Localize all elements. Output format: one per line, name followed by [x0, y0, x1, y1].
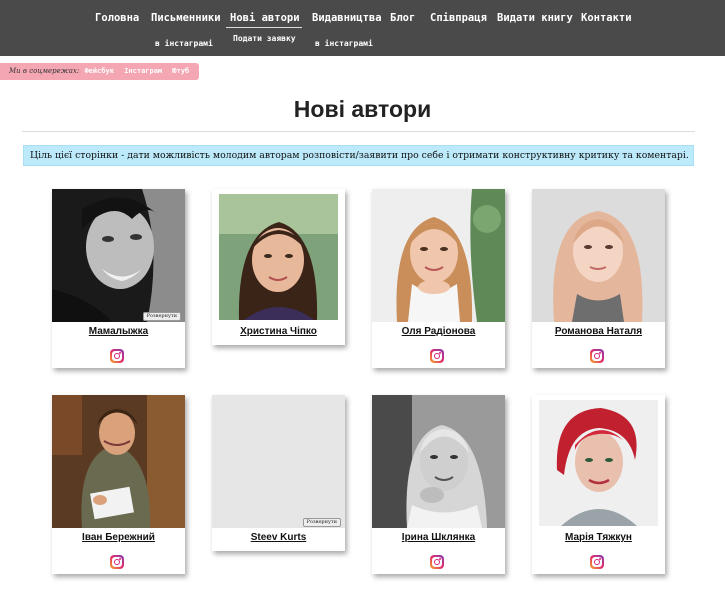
author-card: Іван Бережний	[52, 395, 185, 574]
active-nav-underline	[226, 27, 302, 28]
author-photo[interactable]	[372, 189, 505, 322]
nav-sub-submit-application[interactable]: Подати заявку	[233, 34, 296, 43]
nav-blog[interactable]: Блог	[390, 12, 415, 24]
nav-writers[interactable]: Письменники	[151, 12, 221, 24]
instagram-icon[interactable]	[590, 555, 604, 569]
social-link-facebook[interactable]: Фейсбук	[84, 67, 114, 75]
title-divider	[22, 131, 695, 132]
social-link-youtube[interactable]: Ютуб	[172, 67, 189, 75]
nav-new-authors[interactable]: Нові автори	[230, 12, 300, 24]
author-card: Романова Наталя	[532, 189, 665, 368]
social-links-bar: Ми в соцмережах: Фейсбук Інстаграм Ютуб	[0, 63, 199, 80]
author-photo[interactable]	[539, 400, 658, 526]
author-card: Марія Тяжкун	[532, 395, 665, 574]
author-name[interactable]: Ірина Шклянка	[372, 532, 505, 543]
author-photo[interactable]	[372, 395, 505, 528]
instagram-icon[interactable]	[430, 555, 444, 569]
instagram-icon[interactable]	[430, 349, 444, 363]
nav-contacts[interactable]: Контакти	[581, 12, 632, 24]
nav-publish-book[interactable]: Видати книгу	[497, 12, 573, 24]
instagram-icon[interactable]	[110, 555, 124, 569]
social-label: Ми в соцмережах:	[9, 67, 80, 75]
author-name[interactable]: Оля Радіонова	[372, 326, 505, 337]
author-name[interactable]: Іван Бережний	[52, 532, 185, 543]
author-name[interactable]: Марія Тяжкун	[532, 532, 665, 543]
author-card: Оля Радіонова	[372, 189, 505, 368]
social-link-instagram[interactable]: Інстаграм	[124, 67, 162, 75]
author-name[interactable]: Steev Kurts	[212, 532, 345, 543]
instagram-icon[interactable]	[590, 349, 604, 363]
instagram-icon[interactable]	[110, 349, 124, 363]
author-photo-placeholder[interactable]: Розвернути	[212, 395, 345, 528]
author-card: Ірина Шклянка	[372, 395, 505, 574]
author-photo[interactable]: Розвернути	[52, 189, 185, 322]
enlarge-button[interactable]: Розвернути	[142, 312, 181, 321]
author-name[interactable]: Мамалыжка	[52, 326, 185, 337]
author-photo[interactable]	[219, 194, 338, 320]
info-banner: Ціль цієї сторінки - дати можливість мол…	[23, 145, 694, 166]
nav-sub-publishers-instagram[interactable]: в інстаграмі	[315, 39, 373, 48]
author-photo[interactable]	[52, 395, 185, 528]
nav-sub-writers-instagram[interactable]: в інстаграмі	[155, 39, 213, 48]
nav-publishers[interactable]: Видавництва	[312, 12, 382, 24]
page-title: Нові автори	[293, 96, 432, 122]
nav-home[interactable]: Головна	[95, 12, 139, 24]
author-photo[interactable]	[532, 189, 665, 322]
author-name[interactable]: Романова Наталя	[532, 326, 665, 337]
nav-cooperation[interactable]: Співпраця	[430, 12, 487, 24]
author-card: Розвернути Steev Kurts	[212, 395, 345, 551]
enlarge-button[interactable]: Розвернути	[302, 518, 341, 527]
author-name[interactable]: Христина Чіпко	[212, 326, 345, 337]
top-navigation: Головна Письменники Нові автори Видавниц…	[0, 0, 725, 56]
author-card: Розвернути Мамалыжка	[52, 189, 185, 368]
author-card: Христина Чіпко	[212, 189, 345, 345]
